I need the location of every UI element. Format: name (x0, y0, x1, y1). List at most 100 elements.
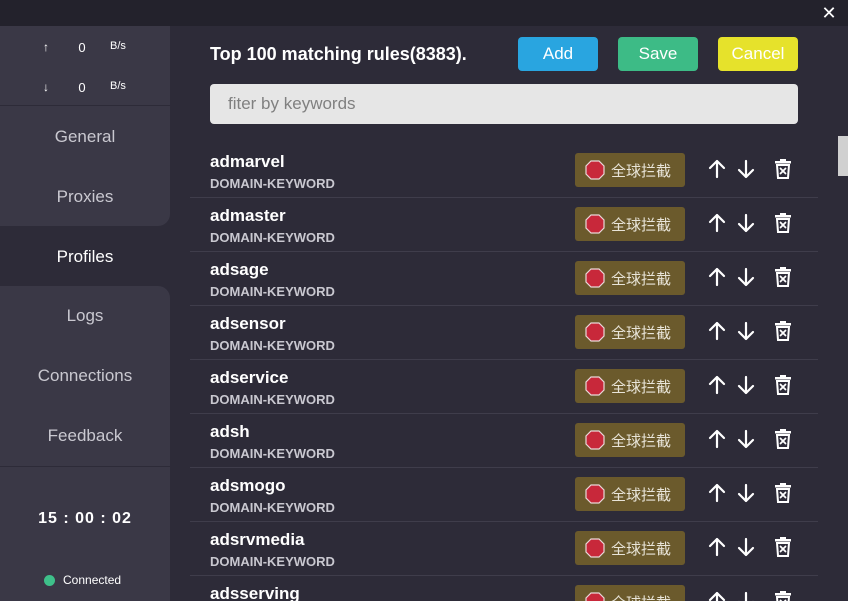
nav-proxies[interactable]: Proxies (0, 167, 170, 227)
rule-name: adsage (210, 260, 269, 279)
arrow-down-icon[interactable] (735, 590, 757, 601)
rule-row[interactable]: admaster DOMAIN-KEYWORD 全球拦截 (190, 198, 818, 252)
trash-icon[interactable] (772, 482, 794, 504)
cancel-button[interactable]: Cancel (718, 37, 798, 71)
trash-icon[interactable] (772, 428, 794, 450)
arrow-down-icon[interactable] (735, 320, 757, 342)
scrollbar-thumb[interactable] (838, 136, 848, 176)
policy-label: 全球拦截 (611, 215, 672, 234)
rule-name: adsrvmedia (210, 530, 305, 549)
arrow-down-icon[interactable] (735, 212, 757, 234)
upload-speed: ↑ 0 B/s (0, 40, 170, 60)
rule-type: DOMAIN-KEYWORD (210, 230, 335, 245)
arrow-up-icon[interactable] (706, 320, 728, 342)
arrow-down-icon[interactable] (735, 158, 757, 180)
rule-type: DOMAIN-KEYWORD (210, 176, 335, 191)
trash-icon[interactable] (772, 320, 794, 342)
stop-sign-icon (585, 484, 605, 504)
nav-logs[interactable]: Logs (0, 286, 170, 346)
clock: 15 : 00 : 02 (38, 510, 132, 527)
arrow-up-icon[interactable] (706, 266, 728, 288)
rule-row[interactable]: adsensor DOMAIN-KEYWORD 全球拦截 (190, 306, 818, 360)
stop-sign-icon (585, 214, 605, 234)
connection-status: Connected (44, 573, 121, 587)
policy-selector[interactable]: 全球拦截 (575, 369, 685, 403)
arrow-down-icon[interactable] (735, 374, 757, 396)
save-button[interactable]: Save (618, 37, 698, 71)
nav-connections[interactable]: Connections (0, 346, 170, 406)
policy-selector[interactable]: 全球拦截 (575, 423, 685, 457)
nav-feedback[interactable]: Feedback (0, 406, 170, 466)
rule-row[interactable]: adsh DOMAIN-KEYWORD 全球拦截 (190, 414, 818, 468)
trash-icon[interactable] (772, 590, 794, 601)
rule-row[interactable]: adsrvmedia DOMAIN-KEYWORD 全球拦截 (190, 522, 818, 576)
arrow-up-icon[interactable] (706, 212, 728, 234)
sidebar: ↑ 0 B/s ↓ 0 B/s General Proxies Profiles… (0, 26, 170, 601)
arrow-down-icon[interactable] (735, 428, 757, 450)
nav-general[interactable]: General (0, 107, 170, 167)
arrow-up-icon[interactable] (706, 158, 728, 180)
trash-icon[interactable] (772, 266, 794, 288)
policy-selector[interactable]: 全球拦截 (575, 477, 685, 511)
arrow-down-icon[interactable] (735, 482, 757, 504)
policy-label: 全球拦截 (611, 431, 672, 450)
rule-type: DOMAIN-KEYWORD (210, 392, 335, 407)
arrow-down-icon[interactable] (735, 536, 757, 558)
rule-type: DOMAIN-KEYWORD (210, 338, 335, 353)
upload-value: 0 (78, 40, 86, 55)
stop-sign-icon (585, 430, 605, 450)
policy-selector[interactable]: 全球拦截 (575, 261, 685, 295)
rule-name: admaster (210, 206, 286, 225)
rule-name: admarvel (210, 152, 285, 171)
arrow-up-icon[interactable] (706, 428, 728, 450)
filter-input[interactable] (210, 84, 798, 124)
arrow-up-icon[interactable] (706, 590, 728, 601)
trash-icon[interactable] (772, 158, 794, 180)
upload-unit: B/s (110, 40, 126, 52)
policy-selector[interactable]: 全球拦截 (575, 315, 685, 349)
policy-label: 全球拦截 (611, 539, 672, 558)
rule-row[interactable]: adservice DOMAIN-KEYWORD 全球拦截 (190, 360, 818, 414)
arrow-up-icon[interactable] (706, 374, 728, 396)
status-dot-icon (44, 574, 55, 586)
trash-icon[interactable] (772, 536, 794, 558)
add-button[interactable]: Add (518, 37, 598, 71)
rule-row[interactable]: admarvel DOMAIN-KEYWORD 全球拦截 (190, 144, 818, 198)
arrow-up-icon[interactable] (706, 482, 728, 504)
close-button[interactable]: ✕ (820, 4, 838, 22)
rule-name: adsensor (210, 314, 286, 333)
main-panel: Top 100 matching rules(8383). Add Save C… (170, 26, 848, 601)
download-value: 0 (78, 80, 86, 95)
rule-row[interactable]: adsage DOMAIN-KEYWORD 全球拦截 (190, 252, 818, 306)
rule-type: DOMAIN-KEYWORD (210, 446, 335, 461)
nav-profiles[interactable]: Profiles (0, 227, 170, 287)
policy-selector[interactable]: 全球拦截 (575, 207, 685, 241)
rule-name: adsh (210, 422, 250, 441)
arrow-down-icon[interactable] (735, 266, 757, 288)
sidebar-divider (0, 466, 170, 467)
upload-arrow-icon: ↑ (43, 40, 49, 54)
title-bar: ✕ (0, 0, 848, 26)
sidebar-divider (0, 105, 170, 106)
rule-row[interactable]: adsserving DOMAIN-KEYWORD 全球拦截 (190, 576, 818, 601)
download-speed: ↓ 0 B/s (0, 80, 170, 100)
policy-selector[interactable]: 全球拦截 (575, 585, 685, 601)
rule-type: DOMAIN-KEYWORD (210, 284, 335, 299)
arrow-up-icon[interactable] (706, 536, 728, 558)
policy-label: 全球拦截 (611, 269, 672, 288)
policy-selector[interactable]: 全球拦截 (575, 153, 685, 187)
rule-row[interactable]: adsmogo DOMAIN-KEYWORD 全球拦截 (190, 468, 818, 522)
page-title: Top 100 matching rules(8383). (210, 44, 467, 64)
policy-selector[interactable]: 全球拦截 (575, 531, 685, 565)
stop-sign-icon (585, 376, 605, 396)
sidebar-bottom-panel: Logs Connections Feedback (0, 286, 170, 601)
policy-label: 全球拦截 (611, 323, 672, 342)
trash-icon[interactable] (772, 212, 794, 234)
rule-name: adsmogo (210, 476, 286, 495)
stop-sign-icon (585, 538, 605, 558)
status-label: Connected (63, 573, 122, 587)
stop-sign-icon (585, 160, 605, 180)
stop-sign-icon (585, 592, 605, 601)
trash-icon[interactable] (772, 374, 794, 396)
rule-name: adservice (210, 368, 289, 387)
